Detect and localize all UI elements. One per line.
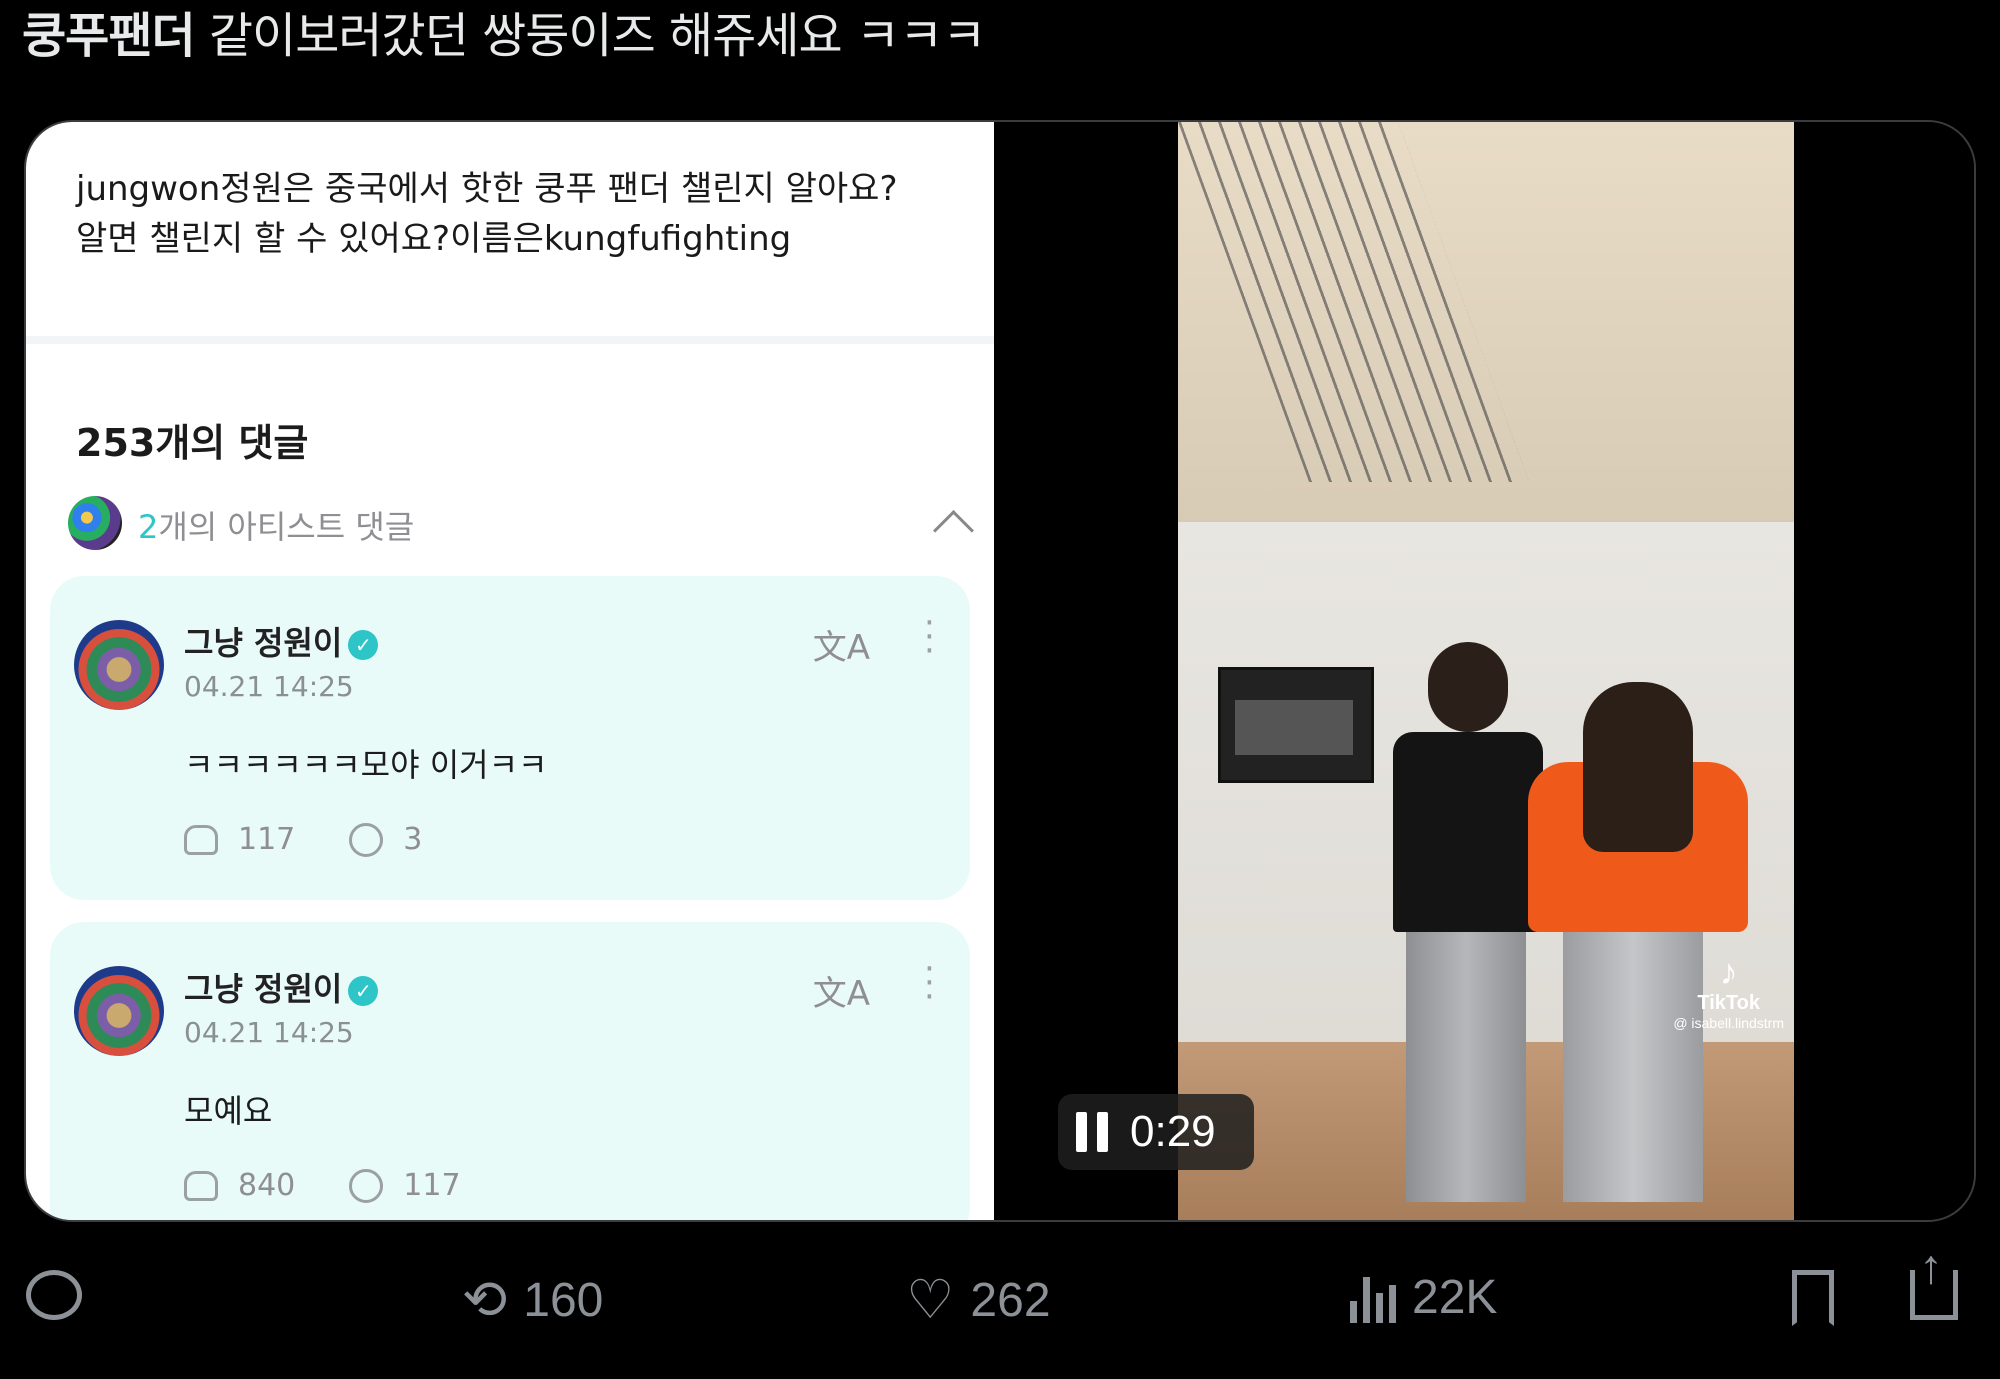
avatar[interactable] [74, 966, 164, 1056]
artist-comments-toggle[interactable]: 2개의 아티스트 댓글 [68, 494, 978, 554]
tiktok-watermark: ♪ TikTok @ isabell.lindstrm [1673, 951, 1784, 1032]
retweet-button[interactable]: ⟲ 160 [462, 1270, 603, 1330]
player-controls[interactable]: 0:29 [1058, 1094, 1254, 1170]
reply-count: 117 [403, 1168, 461, 1203]
comment-stats: 840 117 [184, 1168, 461, 1203]
artist-comment-count: 2 [138, 508, 159, 546]
video-person-right [1508, 682, 1768, 1202]
comment-author-name: 그냥 정원이 [184, 970, 343, 1008]
tweet-text-rest: 같이보러갔던 쌍둥이즈 해쥬세요 ㅋㅋㅋ [194, 8, 987, 64]
artist-comments-label: 2개의 아티스트 댓글 [138, 502, 414, 548]
post-line-2: 알면 챌린지 할 수 있어요?이름은kungfufighting [76, 219, 792, 259]
views-icon [1350, 1273, 1396, 1323]
comment-card: 그냥 정원이 ✓ 04.21 14:25 文A · · · 모예요 840 117 [50, 922, 970, 1220]
artist-comment-text: 개의 아티스트 댓글 [158, 508, 415, 546]
retweet-count: 160 [523, 1273, 604, 1327]
translate-icon[interactable]: 文A [813, 966, 870, 1015]
screenshot-pane: jungwon정원은 중국에서 핫한 쿵푸 팬더 챌린지 알아요? 알면 챌린지… [26, 122, 994, 1220]
like-button[interactable]: ♡ 262 [906, 1270, 1051, 1330]
like-count: 117 [238, 822, 296, 857]
video-oven [1218, 667, 1374, 783]
divider [26, 336, 994, 344]
post-line-1: jungwon정원은 중국에서 핫한 쿵푸 팬더 챌린지 알아요? [76, 169, 898, 209]
comment-card: 그냥 정원이 ✓ 04.21 14:25 文A · · · ㅋㅋㅋㅋㅋㅋ모야 이거ㅋㅋ… [50, 576, 970, 900]
bookmark-button[interactable] [1792, 1270, 1834, 1326]
heart-icon: ♡ [906, 1270, 955, 1330]
avatar [68, 496, 122, 550]
views-button[interactable]: 22K [1350, 1270, 1497, 1325]
bookmark-icon [1792, 1270, 1834, 1326]
person-left-head [1428, 642, 1508, 732]
tiktok-icon: ♪ [1719, 951, 1738, 992]
avatar[interactable] [74, 620, 164, 710]
share-icon [1910, 1240, 1958, 1320]
tiktok-brand: TikTok [1697, 992, 1760, 1014]
comment-stats: 117 3 [184, 822, 422, 857]
video-frame[interactable]: ♪ TikTok @ isabell.lindstrm [1178, 122, 1794, 1220]
reply-count: 3 [403, 822, 423, 857]
more-options-icon[interactable]: · · · [924, 606, 935, 668]
person-right-hair [1583, 682, 1693, 852]
reply-icon[interactable] [349, 1168, 384, 1203]
media-attachment[interactable]: jungwon정원은 중국에서 핫한 쿵푸 팬더 챌린지 알아요? 알면 챌린지… [24, 120, 1976, 1222]
like-count: 262 [970, 1273, 1051, 1327]
comment-date: 04.21 14:25 [184, 1016, 354, 1049]
comment-author: 그냥 정원이 ✓ [184, 964, 379, 1010]
verified-icon: ✓ [348, 630, 379, 660]
comments-count-title: 253개의 댓글 [76, 421, 309, 465]
like-icon[interactable] [184, 1170, 218, 1201]
share-button[interactable] [1910, 1240, 1958, 1320]
more-options-icon[interactable]: · · · [924, 952, 935, 1014]
tweet-text-bold: 쿵푸팬더 [22, 8, 196, 64]
like-icon[interactable] [184, 824, 218, 855]
reply-bubble-icon [26, 1270, 82, 1320]
comment-text: ㅋㅋㅋㅋㅋㅋ모야 이거ㅋㅋ [184, 746, 548, 784]
pause-icon[interactable] [1076, 1112, 1108, 1152]
tweet-actions: ⟲ 160 ♡ 262 22K [0, 1240, 2000, 1360]
post-body: jungwon정원은 중국에서 핫한 쿵푸 팬더 챌린지 알아요? 알면 챌린지… [76, 164, 898, 264]
reply-button[interactable] [26, 1270, 82, 1320]
like-count: 840 [238, 1168, 296, 1203]
chevron-up-icon[interactable] [932, 509, 975, 552]
reply-icon[interactable] [349, 822, 384, 857]
video-time: 0:29 [1130, 1107, 1216, 1156]
tweet-text: 쿵푸팬더 같이보러갔던 쌍둥이즈 해쥬세요 ㅋㅋㅋ [22, 4, 987, 68]
views-count: 22K [1412, 1271, 1498, 1324]
comment-text: 모예요 [184, 1092, 273, 1130]
comment-author: 그냥 정원이 ✓ [184, 618, 379, 664]
translate-icon[interactable]: 文A [813, 620, 870, 669]
video-pane[interactable]: ♪ TikTok @ isabell.lindstrm 0:29 [994, 122, 1974, 1220]
tiktok-username: @ isabell.lindstrm [1673, 1015, 1784, 1031]
retweet-icon: ⟲ [462, 1270, 508, 1330]
comment-date: 04.21 14:25 [184, 670, 354, 703]
verified-icon: ✓ [348, 976, 379, 1006]
comment-author-name: 그냥 정원이 [184, 624, 343, 662]
